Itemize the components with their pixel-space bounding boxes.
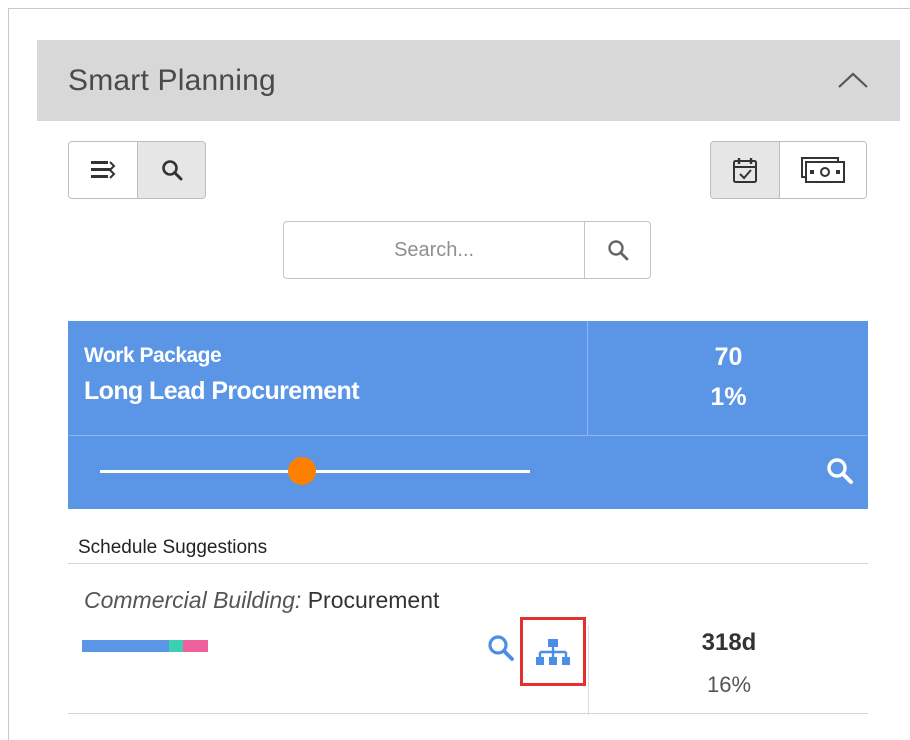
suggestion-duration: 318d: [701, 629, 757, 656]
work-package-label: Work Package: [84, 344, 222, 367]
schedule-suggestions-heading: Schedule Suggestions: [78, 537, 268, 558]
search-icon: [488, 635, 514, 661]
search-icon: [827, 458, 853, 484]
work-package-name: Long Lead Procurement: [84, 377, 360, 405]
work-package-search-button[interactable]: [825, 456, 855, 491]
panel-title: Smart Planning: [68, 64, 276, 97]
hierarchy-icon: [536, 638, 570, 665]
slider-thumb[interactable]: [288, 457, 317, 485]
divider: [68, 563, 868, 564]
chevron-up-icon: [838, 72, 868, 88]
suggestion-progress-bar: [82, 640, 208, 652]
progress-segment: [183, 640, 208, 652]
work-package-header[interactable]: Work Package Long Lead Procurement 70 1%: [68, 321, 868, 435]
divider: [68, 435, 868, 436]
search-box: [283, 221, 651, 279]
panel-header[interactable]: Smart Planning: [37, 40, 900, 121]
smart-planning-panel: Smart Planning Search... Work Package Lo…: [37, 40, 900, 740]
calendar-check-icon: [733, 158, 757, 183]
suggestion-stats: 318d 16%: [588, 625, 868, 715]
suggestion-project: Commercial Building:: [84, 587, 302, 613]
work-package-slider[interactable]: [100, 457, 530, 485]
suggestion-search-button[interactable]: [486, 633, 516, 668]
search-icon: [607, 240, 628, 261]
view-toggle-group: [68, 141, 206, 199]
search-submit-button[interactable]: [584, 222, 650, 278]
suggestion-percent: 16%: [706, 672, 752, 697]
suggestion-title: Commercial Building: Procurement: [84, 587, 439, 614]
collapse-button[interactable]: [829, 58, 877, 102]
schedule-mode-button[interactable]: [711, 142, 779, 198]
progress-segment: [82, 640, 169, 652]
list-view-button[interactable]: [69, 142, 137, 198]
divider: [68, 713, 868, 714]
list-sort-icon: [91, 161, 116, 179]
work-package-stats: 70 1%: [589, 321, 868, 435]
search-view-button[interactable]: [137, 142, 205, 198]
work-package-card: Work Package Long Lead Procurement 70 1%: [68, 321, 868, 509]
work-package-count: 70: [714, 343, 743, 371]
suggestion-hierarchy-button[interactable]: [520, 617, 586, 686]
progress-segment: [169, 640, 183, 652]
search-icon: [161, 160, 182, 181]
mode-toggle-group: [710, 141, 867, 199]
cost-mode-button[interactable]: [779, 142, 866, 198]
search-input[interactable]: [284, 222, 585, 278]
money-icon: [801, 157, 845, 183]
work-package-info: Work Package Long Lead Procurement: [68, 321, 588, 435]
work-package-percent: 1%: [710, 383, 747, 411]
suggestion-activity: Procurement: [307, 587, 440, 613]
